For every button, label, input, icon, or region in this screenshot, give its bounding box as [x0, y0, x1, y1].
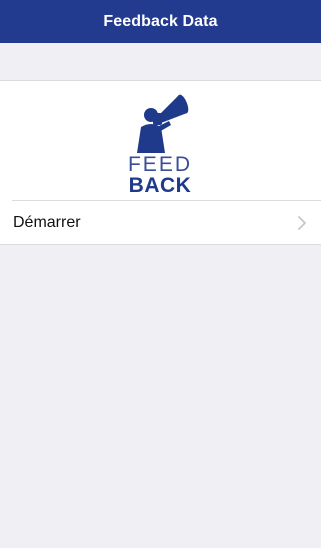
megaphone-person-icon [137, 94, 189, 153]
page-title: Feedback Data [103, 12, 218, 30]
start-menu-item-label: Démarrer [13, 214, 81, 231]
chevron-right-icon [298, 216, 306, 230]
feedback-logo: FEED BACK [127, 87, 193, 197]
home-card: FEED BACK Démarrer [0, 80, 321, 245]
navigation-bar: Feedback Data [0, 0, 321, 43]
logo-text-back: BACK [128, 174, 192, 197]
start-menu-item[interactable]: Démarrer [0, 201, 321, 245]
